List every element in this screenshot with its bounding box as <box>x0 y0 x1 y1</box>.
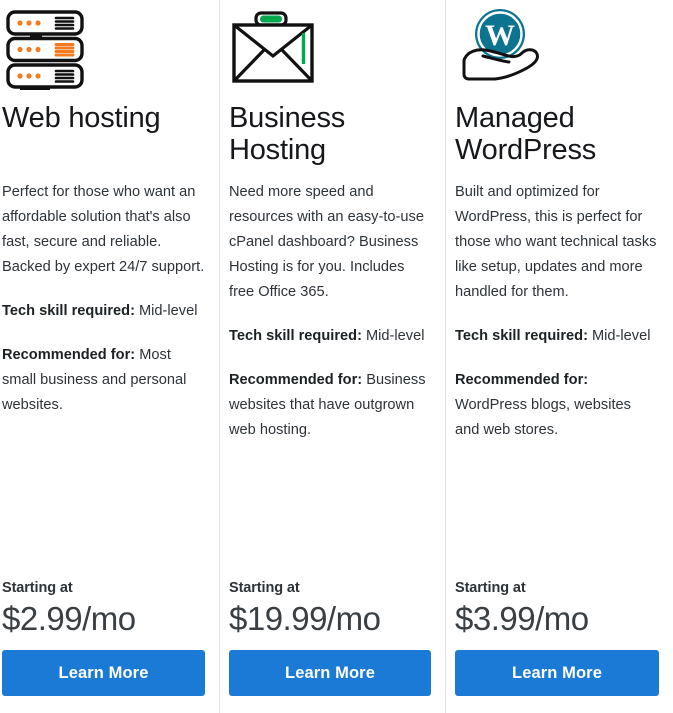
price-value: $3.99/mo <box>455 600 589 637</box>
recommended-line: Recommended for: Most small business and… <box>2 343 205 418</box>
plan-body: Built and optimized for WordPress, this … <box>455 180 659 578</box>
price-block: Starting at $3.99/mo <box>455 578 659 640</box>
tech-skill-line: Tech skill required: Mid-level <box>455 324 659 349</box>
price-value: $2.99/mo <box>2 600 136 637</box>
learn-more-button[interactable]: Learn More <box>455 650 659 696</box>
svg-text:W: W <box>485 19 515 52</box>
recommended-line: Recommended for: WordPress blogs, websit… <box>455 368 659 443</box>
server-rack-icon <box>2 0 205 100</box>
tech-skill-line: Tech skill required: Mid-level <box>2 299 205 324</box>
wordpress-hand-icon: W <box>455 0 659 100</box>
briefcase-envelope-icon <box>229 0 431 100</box>
recommended-label: Recommended for: <box>455 372 589 388</box>
plan-body: Need more speed and resources with an ea… <box>229 180 431 578</box>
plan-title: Web hosting <box>2 102 161 134</box>
starting-at-label: Starting at <box>2 580 73 596</box>
recommended-value: WordPress blogs, websites and web stores… <box>455 397 631 438</box>
plan-card-managed-wordpress: W Managed WordPress Built and optimized … <box>445 0 673 713</box>
tech-skill-label: Tech skill required: <box>455 328 588 344</box>
pricing-plans-container: Web hosting Perfect for those who want a… <box>0 0 673 713</box>
tech-skill-label: Tech skill required: <box>2 303 135 319</box>
learn-more-button[interactable]: Learn More <box>2 650 205 696</box>
recommended-label: Recommended for: <box>229 372 363 388</box>
plan-title: Business Hosting <box>229 102 346 166</box>
plan-description: Perfect for those who want an affordable… <box>2 184 205 275</box>
price-block: Starting at $2.99/mo <box>2 578 205 640</box>
tech-skill-line: Tech skill required: Mid-level <box>229 324 431 349</box>
price-block: Starting at $19.99/mo <box>229 578 431 640</box>
plan-card-web-hosting: Web hosting Perfect for those who want a… <box>0 0 219 713</box>
tech-skill-value: Mid-level <box>587 328 651 344</box>
wordpress-logo: W <box>475 9 525 59</box>
learn-more-button[interactable]: Learn More <box>229 650 431 696</box>
plan-description: Built and optimized for WordPress, this … <box>455 184 657 300</box>
plan-card-business-hosting: Business Hosting Need more speed and res… <box>219 0 445 713</box>
recommended-line: Recommended for: Business websites that … <box>229 368 431 443</box>
plan-title: Managed WordPress <box>455 102 597 166</box>
tech-skill-value: Mid-level <box>361 328 425 344</box>
tech-skill-value: Mid-level <box>134 303 198 319</box>
recommended-label: Recommended for: <box>2 347 136 363</box>
starting-at-label: Starting at <box>455 580 526 596</box>
plan-description: Need more speed and resources with an ea… <box>229 184 424 300</box>
plan-body: Perfect for those who want an affordable… <box>2 180 205 578</box>
price-value: $19.99/mo <box>229 600 381 637</box>
starting-at-label: Starting at <box>229 580 300 596</box>
tech-skill-label: Tech skill required: <box>229 328 362 344</box>
